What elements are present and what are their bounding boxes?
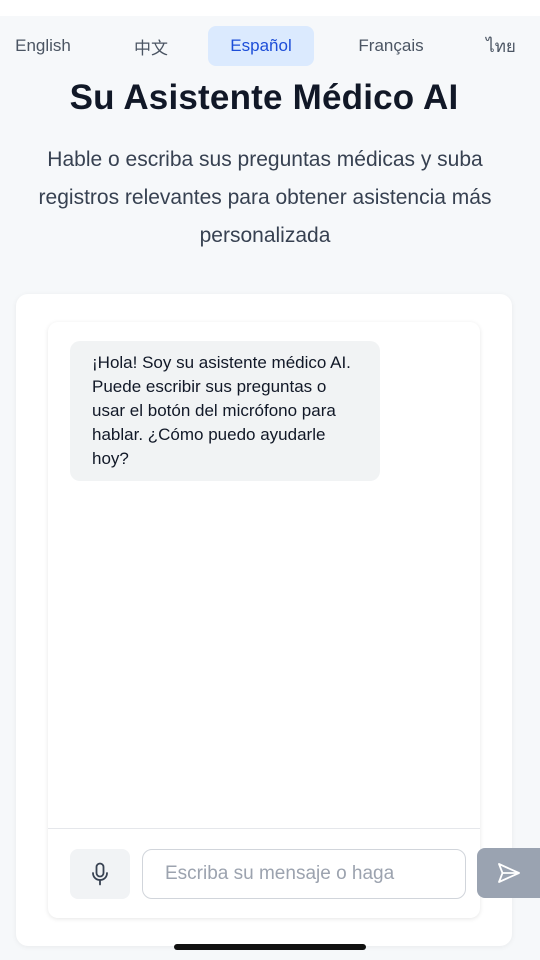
status-bar-area (0, 0, 540, 16)
assistant-message-bubble: ¡Hola! Soy su asistente médico AI. Puede… (70, 341, 380, 481)
chat-input-row (48, 828, 480, 918)
message-text: ¡Hola! Soy su asistente médico AI. Puede… (92, 353, 351, 468)
language-tabs: English 中文 Español Français ไทย (0, 26, 540, 68)
tab-thai[interactable]: ไทย (468, 26, 534, 66)
page-title: Su Asistente Médico AI (69, 78, 459, 117)
page-subtitle: Hable o escriba sus preguntas médicas y … (38, 148, 492, 247)
home-indicator (174, 944, 366, 950)
message-list[interactable]: ¡Hola! Soy su asistente médico AI. Puede… (48, 322, 480, 828)
send-button[interactable] (477, 848, 540, 898)
tab-label: Français (358, 36, 424, 55)
tab-english[interactable]: English (0, 26, 86, 66)
chat-panel: ¡Hola! Soy su asistente médico AI. Puede… (48, 322, 480, 918)
tab-spanish[interactable]: Español (208, 26, 314, 66)
microphone-button[interactable] (70, 849, 130, 899)
tab-label: 中文 (134, 38, 168, 58)
chat-card: ¡Hola! Soy su asistente médico AI. Puede… (16, 294, 512, 946)
tab-french[interactable]: Français (338, 26, 444, 66)
send-arrow-icon (497, 863, 520, 883)
tab-chinese[interactable]: 中文 (112, 26, 190, 66)
tab-label: English (15, 36, 71, 55)
microphone-icon (92, 862, 108, 886)
message-input[interactable] (142, 849, 466, 899)
tab-label: ไทย (486, 36, 516, 56)
tab-label: Español (230, 36, 292, 55)
